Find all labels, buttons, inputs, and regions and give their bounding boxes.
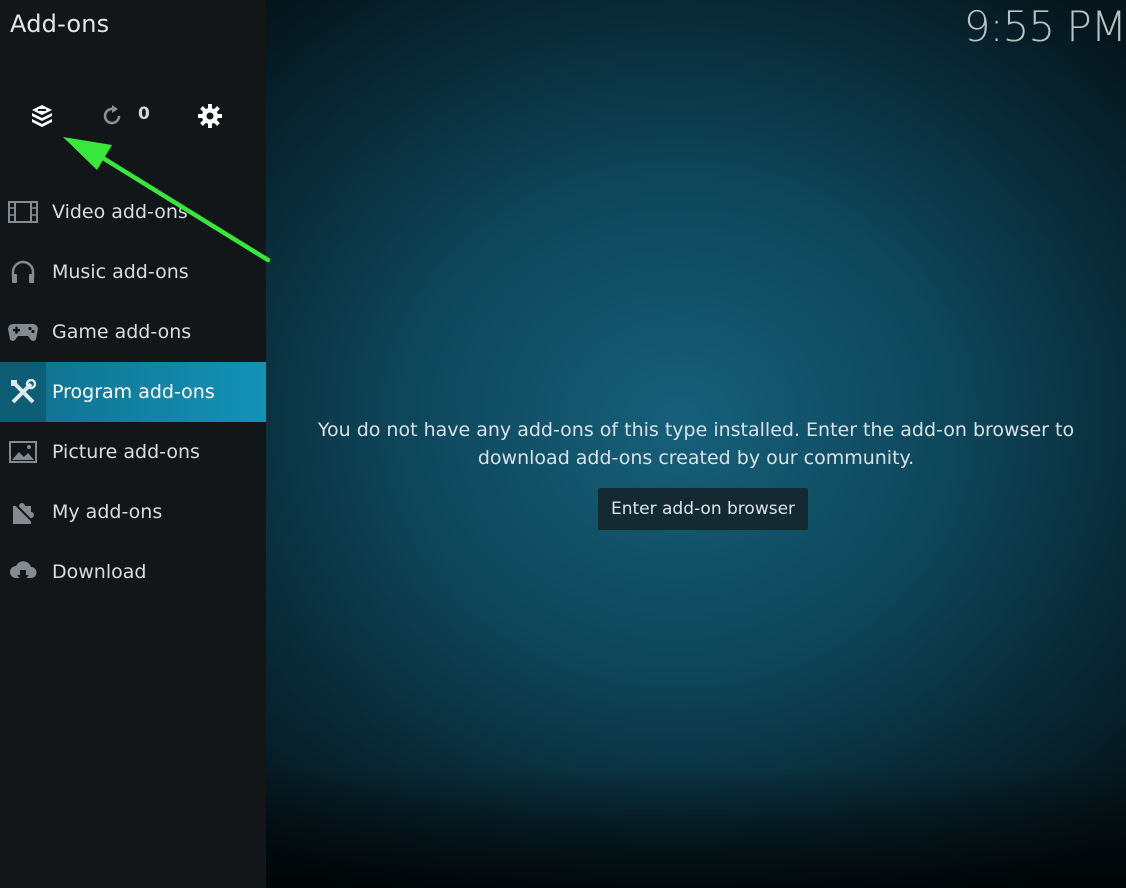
sidebar-item-music-addons[interactable]: Music add-ons <box>0 242 266 302</box>
settings-button[interactable] <box>194 100 226 132</box>
check-updates-button[interactable] <box>98 100 126 132</box>
empty-state-line-1: You do not have any add-ons of this type… <box>317 419 1075 441</box>
empty-state-line-2: download add-ons created by our communit… <box>477 447 915 469</box>
sidebar-item-label: Music add-ons <box>52 261 189 283</box>
sidebar: Add-ons 0 Video add-ons Music add-ons Ga… <box>0 0 266 888</box>
page-title: Add-ons <box>10 10 110 38</box>
film-icon <box>0 182 46 242</box>
sidebar-item-game-addons[interactable]: Game add-ons <box>0 302 266 362</box>
sidebar-item-my-addons[interactable]: My add-ons <box>0 482 266 542</box>
addon-browser-button[interactable] <box>26 100 58 132</box>
sidebar-item-download[interactable]: Download <box>0 542 266 602</box>
sidebar-item-label: Video add-ons <box>52 201 188 223</box>
sidebar-item-picture-addons[interactable]: Picture add-ons <box>0 422 266 482</box>
gamepad-icon <box>0 302 46 362</box>
sidebar-item-video-addons[interactable]: Video add-ons <box>0 182 266 242</box>
headphones-icon <box>0 242 46 302</box>
sidebar-item-program-addons[interactable]: Program add-ons <box>0 362 266 422</box>
clock: 9:55 PM <box>963 2 1126 51</box>
tools-icon <box>0 362 46 422</box>
refresh-icon <box>103 105 121 125</box>
sidebar-item-label: Program add-ons <box>52 381 215 403</box>
updates-count: 0 <box>138 104 150 124</box>
puzzle-icon <box>0 482 46 542</box>
empty-state-message: You do not have any add-ons of this type… <box>266 416 1126 472</box>
sidebar-item-label: Picture add-ons <box>52 441 200 463</box>
sidebar-item-label: My add-ons <box>52 501 163 523</box>
addon-box-icon <box>32 105 52 127</box>
sidebar-item-label: Download <box>52 561 147 583</box>
sidebar-menu: Video add-ons Music add-ons Game add-ons… <box>0 182 266 602</box>
enter-addon-browser-button[interactable]: Enter add-on browser <box>598 488 808 530</box>
gear-icon <box>198 104 222 128</box>
sidebar-item-label: Game add-ons <box>52 321 192 343</box>
picture-icon <box>0 422 46 482</box>
cloud-download-icon <box>0 542 46 602</box>
